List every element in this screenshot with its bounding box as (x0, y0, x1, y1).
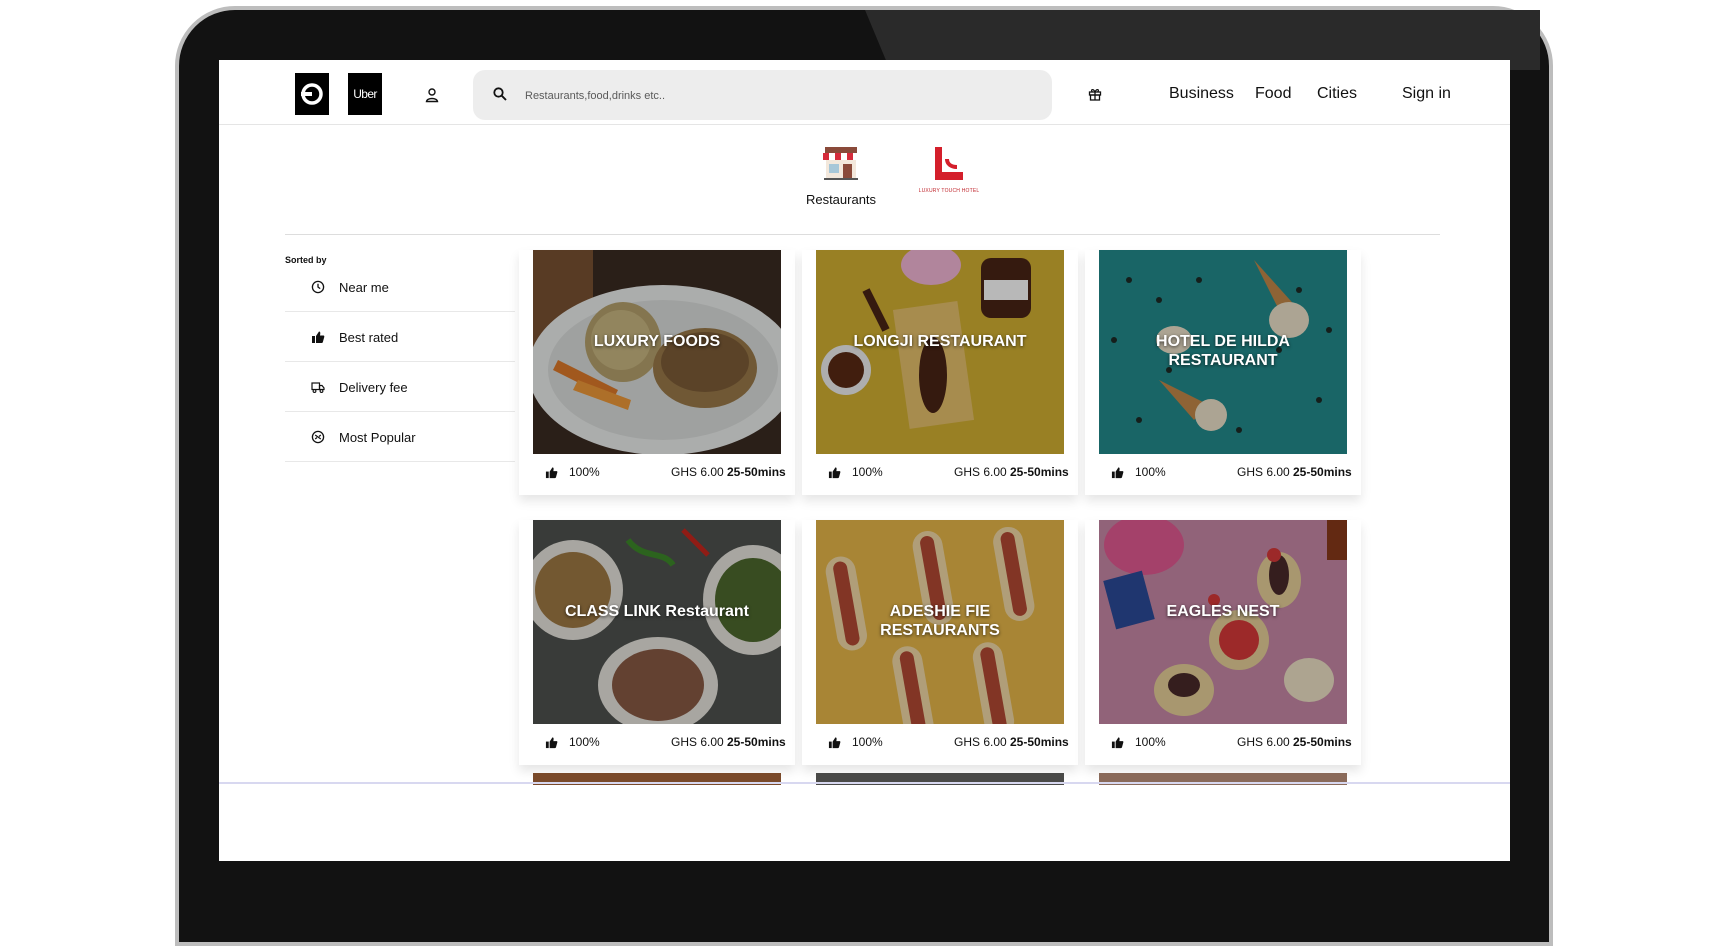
sort-label: Delivery fee (339, 380, 408, 395)
delivery-time: 25-50mins (727, 465, 786, 479)
nav-food[interactable]: Food (1255, 85, 1291, 103)
restaurant-name: EAGLES NEST (1166, 603, 1280, 620)
browser-screen: Uber Business Food Cities Sign in (219, 60, 1510, 861)
sort-best-rated[interactable]: Best rated (285, 312, 515, 362)
restaurant-image[interactable]: LONGJI RESTAURANT (816, 250, 1064, 454)
restaurant-image[interactable]: EAGLES NEST (1099, 520, 1347, 724)
thumbs-up-icon (312, 331, 325, 343)
restaurant-name: ADESHIE FIE RESTAURANTS (880, 603, 1000, 639)
restaurant-name: HOTEL DE HILDA RESTAURANT (1156, 333, 1290, 369)
delivery-fee: GHS 6.00 (671, 735, 724, 749)
clock-icon (311, 280, 325, 294)
restaurant-card[interactable]: ADESHIE FIE RESTAURANTS 100% GHS 6.00 25… (802, 520, 1078, 765)
sign-in-link[interactable]: Sign in (1402, 85, 1451, 103)
luxury-touch-logo (935, 147, 963, 180)
category-label: Restaurants (805, 192, 877, 207)
search-bar[interactable] (473, 70, 1052, 122)
restaurant-card[interactable]: EAGLES NEST 100% GHS 6.00 25-50mins (1085, 520, 1361, 765)
delivery-time: 25-50mins (1293, 465, 1352, 479)
rating-value: 100% (852, 735, 883, 749)
user-icon[interactable] (424, 87, 440, 103)
category-label: LUXURY TOUCH HOTEL (918, 188, 980, 194)
delivery-fee: GHS 6.00 (671, 465, 724, 479)
thumbs-up-icon (1111, 467, 1124, 479)
search-icon (493, 87, 507, 101)
restaurant-name: LONGJI RESTAURANT (853, 333, 1027, 350)
storefront-icon (823, 147, 859, 180)
delivery-time: 25-50mins (1010, 735, 1069, 749)
restaurant-card[interactable]: CLASS LINK Restaurant 100% GHS 6.00 25-5… (519, 520, 795, 765)
top-header: Uber Business Food Cities Sign in (219, 60, 1510, 125)
rating-value: 100% (1135, 465, 1166, 479)
restaurant-image[interactable]: HOTEL DE HILDA RESTAURANT (1099, 250, 1347, 454)
thumbs-up-icon (1111, 737, 1124, 749)
restaurant-image[interactable]: CLASS LINK Restaurant (533, 520, 781, 724)
nav-business[interactable]: Business (1169, 85, 1234, 103)
restaurant-image[interactable]: LUXURY FOODS (533, 250, 781, 454)
restaurant-card[interactable]: LUXURY FOODS 100% GHS 6.00 25-50mins (519, 250, 795, 495)
divider (285, 234, 1440, 235)
screen-edge (219, 782, 1510, 784)
thumbs-up-icon (828, 467, 841, 479)
restaurant-image[interactable]: ADESHIE FIE RESTAURANTS (816, 520, 1064, 724)
sort-near-me[interactable]: Near me (285, 262, 515, 312)
delivery-time: 25-50mins (1010, 465, 1069, 479)
badge-icon (311, 430, 325, 444)
sort-label: Best rated (339, 330, 399, 345)
category-restaurants[interactable]: Restaurants (786, 145, 896, 207)
rating-value: 100% (569, 465, 600, 479)
nav-cities[interactable]: Cities (1317, 85, 1357, 103)
delivery-truck-icon (311, 382, 325, 393)
rating-value: 100% (569, 735, 600, 749)
delivery-time: 25-50mins (727, 735, 786, 749)
delivery-fee: GHS 6.00 (1237, 735, 1290, 749)
sort-delivery-fee[interactable]: Delivery fee (285, 362, 515, 412)
thumbs-up-icon (545, 737, 558, 749)
restaurant-name: CLASS LINK Restaurant (564, 603, 750, 620)
rating-value: 100% (1135, 735, 1166, 749)
search-input[interactable] (523, 70, 1027, 122)
sort-most-popular[interactable]: Most Popular (285, 412, 515, 462)
sort-label: Most Popular (339, 430, 416, 445)
category-luxury-touch[interactable]: LUXURY TOUCH HOTEL (911, 145, 987, 194)
delivery-time: 25-50mins (1293, 735, 1352, 749)
gift-icon[interactable] (1088, 87, 1102, 101)
delivery-fee: GHS 6.00 (1237, 465, 1290, 479)
thumbs-up-icon (828, 737, 841, 749)
thumbs-up-icon (545, 467, 558, 479)
restaurant-card[interactable]: LONGJI RESTAURANT 100% GHS 6.00 25-50min… (802, 250, 1078, 495)
delivery-fee: GHS 6.00 (954, 735, 1007, 749)
delivery-fee: GHS 6.00 (954, 465, 1007, 479)
uber-wordmark[interactable]: Uber (348, 73, 382, 115)
rating-value: 100% (852, 465, 883, 479)
sort-label: Near me (339, 280, 389, 295)
uber-logo-icon[interactable] (295, 73, 329, 115)
restaurant-card[interactable]: HOTEL DE HILDA RESTAURANT 100% GHS 6.00 … (1085, 250, 1361, 495)
restaurant-name: LUXURY FOODS (593, 333, 721, 350)
